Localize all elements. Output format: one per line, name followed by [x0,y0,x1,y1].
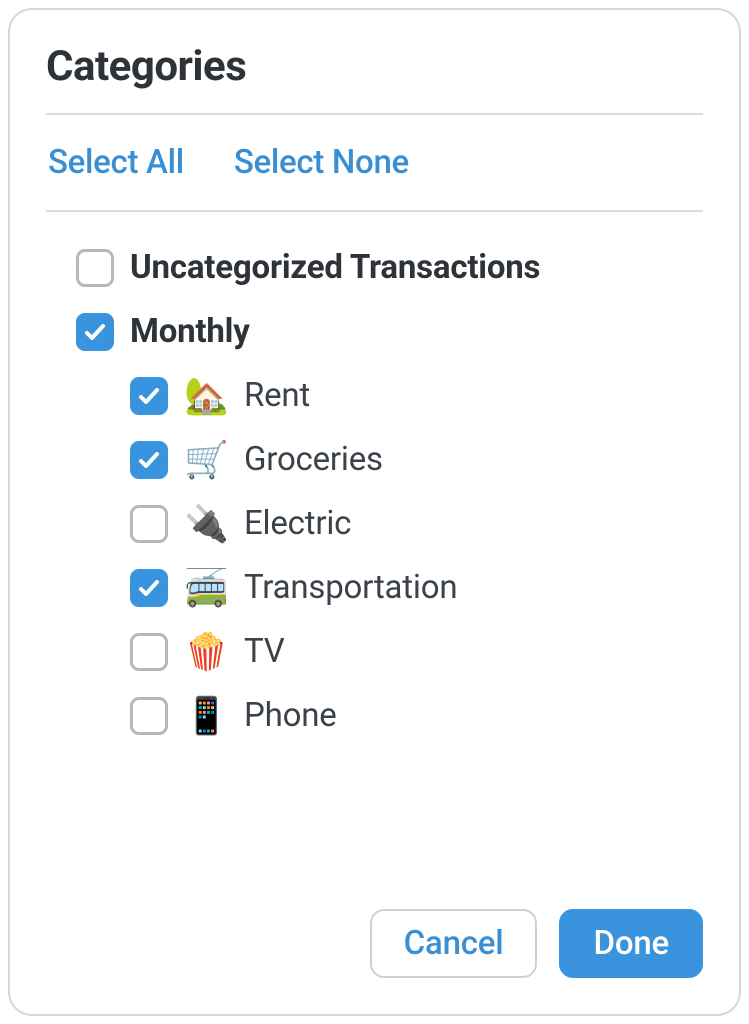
checkbox-uncategorized[interactable] [76,249,114,287]
category-row-electric[interactable]: 🔌 Electric [130,504,703,543]
selection-actions: Select All Select None [46,115,703,210]
category-row-phone[interactable]: 📱 Phone [130,696,703,735]
modal-title: Categories [46,42,703,113]
category-label: Groceries [244,440,383,479]
category-row-uncategorized[interactable]: Uncategorized Transactions [76,248,703,287]
category-list: Uncategorized Transactions Monthly 🏡 Ren… [46,212,703,899]
category-label: Transportation [244,568,457,607]
categories-modal: Categories Select All Select None Uncate… [8,8,741,1016]
cart-icon: 🛒 [184,442,228,478]
popcorn-icon: 🍿 [184,634,228,670]
category-label: Uncategorized Transactions [130,248,540,287]
select-none-button[interactable]: Select None [234,143,409,182]
checkbox-transportation[interactable] [130,569,168,607]
category-label: Phone [244,696,337,735]
category-row-monthly[interactable]: Monthly [76,312,703,351]
house-icon: 🏡 [184,378,228,414]
category-label: Rent [244,376,310,415]
checkbox-phone[interactable] [130,697,168,735]
plug-icon: 🔌 [184,506,228,542]
modal-footer: Cancel Done [46,899,703,978]
category-label: Electric [244,504,351,543]
checkbox-tv[interactable] [130,633,168,671]
category-label: Monthly [130,312,250,351]
checkbox-monthly[interactable] [76,313,114,351]
bus-icon: 🚎 [184,570,228,606]
select-all-button[interactable]: Select All [48,143,184,182]
category-row-transportation[interactable]: 🚎 Transportation [130,568,703,607]
category-label: TV [244,632,285,671]
done-button[interactable]: Done [559,909,703,978]
category-row-tv[interactable]: 🍿 TV [130,632,703,671]
cancel-button[interactable]: Cancel [370,909,538,978]
category-row-groceries[interactable]: 🛒 Groceries [130,440,703,479]
checkbox-groceries[interactable] [130,441,168,479]
checkbox-rent[interactable] [130,377,168,415]
category-row-rent[interactable]: 🏡 Rent [130,376,703,415]
phone-icon: 📱 [184,698,228,734]
checkbox-electric[interactable] [130,505,168,543]
